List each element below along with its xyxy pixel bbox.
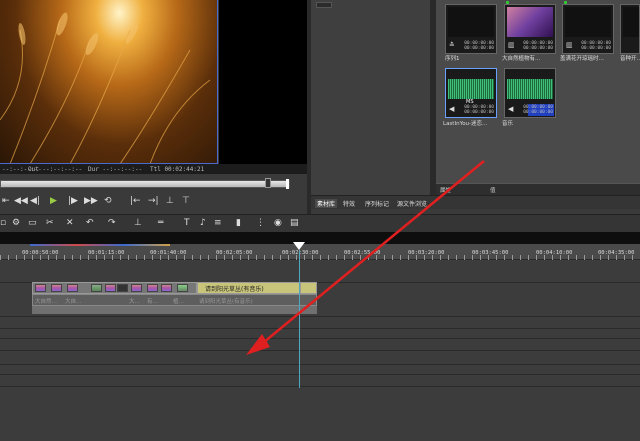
annotation-arrow [246, 160, 485, 355]
arrow-head [246, 334, 270, 355]
arrow-shaft [257, 160, 485, 348]
